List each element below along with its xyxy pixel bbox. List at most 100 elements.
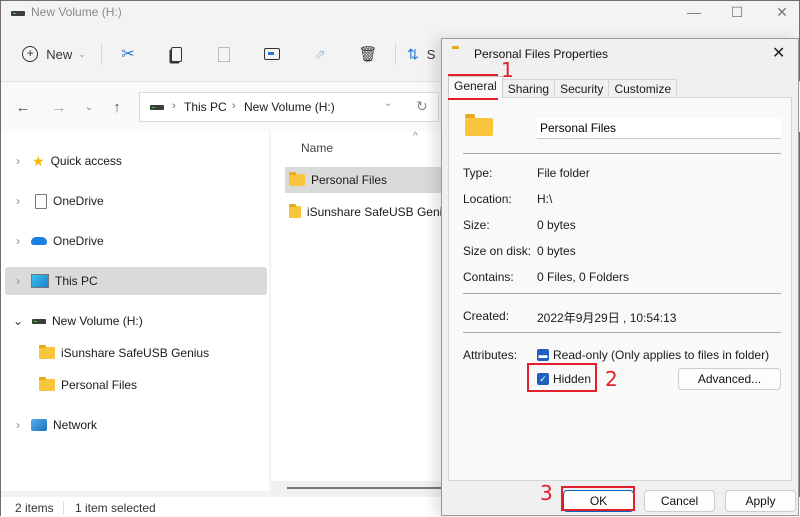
drive-icon [32, 318, 46, 324]
breadcrumb-this-pc[interactable]: This PC [184, 100, 227, 114]
paste-icon[interactable] [211, 41, 237, 67]
tab-general[interactable]: General [448, 76, 503, 98]
breadcrumb-separator: › [172, 100, 176, 112]
sidebar-item-network[interactable]: › Network [5, 411, 267, 439]
file-row[interactable]: Personal Files [285, 167, 455, 193]
expand-chevron-icon[interactable]: › [9, 274, 27, 288]
divider [463, 332, 781, 333]
annotation-box-hidden [527, 363, 597, 392]
folder-tab-decoration [465, 114, 475, 118]
attributes-label: Attributes: [463, 348, 518, 362]
minimize-button[interactable]: — [679, 3, 709, 21]
new-label: New [46, 46, 73, 62]
refresh-icon[interactable]: ↻ [416, 98, 428, 115]
folder-large-icon [465, 118, 493, 136]
status-divider [63, 501, 64, 515]
recent-locations-chevron-icon[interactable]: ⌄ [79, 98, 99, 118]
sidebar-item-this-pc[interactable]: › This PC [5, 267, 267, 295]
advanced-button[interactable]: Advanced... [678, 368, 781, 390]
apply-button[interactable]: Apply [725, 490, 796, 512]
toolbar-divider [101, 43, 102, 65]
type-label: Type: [463, 166, 493, 180]
tab-customize[interactable]: Customize [608, 79, 678, 98]
folder-name-input[interactable] [537, 118, 781, 139]
annotation-step-1: 1 [501, 58, 514, 82]
collapse-chevron-icon[interactable]: ⌄ [9, 314, 27, 328]
close-button[interactable]: ✕ [767, 3, 797, 21]
scrollbar-thumb[interactable] [287, 487, 447, 489]
annotation-step-2: 2 [605, 367, 618, 391]
window-title: New Volume (H:) [31, 5, 122, 19]
breadcrumb-new-volume[interactable]: New Volume (H:) [244, 100, 335, 114]
file-row[interactable]: iSunshare SafeUSB Genius [285, 199, 455, 225]
divider [463, 153, 781, 154]
created-value: 2022年9月29日 , 10:54:13 [537, 311, 677, 325]
tab-security[interactable]: Security [554, 79, 610, 98]
indeterminate-checkbox-icon: ▬ [537, 349, 549, 361]
column-header-name[interactable]: Name [301, 141, 333, 155]
general-panel: Type: File folder Location: H:\ Size: 0 … [448, 97, 792, 481]
type-value: File folder [537, 166, 590, 180]
monitor-icon [31, 274, 49, 288]
contains-label: Contains: [463, 270, 514, 284]
title-bar: New Volume (H:) — ☐ ✕ [1, 1, 800, 25]
cut-icon[interactable]: ✂ [115, 41, 141, 67]
annotation-box-ok [561, 486, 635, 511]
drive-icon [150, 105, 164, 110]
star-icon: ★ [32, 152, 45, 169]
new-button[interactable]: + New ⌄ [21, 41, 87, 67]
sort-button[interactable]: ⇅ S [407, 41, 445, 67]
readonly-checkbox[interactable]: ▬ Read-only (Only applies to files in fo… [537, 348, 769, 362]
properties-dialog: Personal Files Properties ✕ General Shar… [441, 38, 799, 516]
sidebar-item-new-volume[interactable]: ⌄ New Volume (H:) [5, 307, 267, 335]
tab-strip: General Sharing Security Customize [448, 76, 678, 99]
size-label: Size: [463, 218, 490, 232]
sidebar-item-isunshare-folder[interactable]: iSunshare SafeUSB Genius [5, 339, 267, 367]
annotation-step-3: 3 [540, 481, 553, 505]
toolbar-divider [395, 43, 396, 65]
file-name: Personal Files [311, 173, 388, 187]
navigation-pane: › ★ Quick access › OneDrive › OneDrive ›… [1, 131, 269, 491]
address-dropdown-icon[interactable]: ⌄ [384, 98, 392, 109]
expand-chevron-icon[interactable]: › [9, 418, 27, 432]
sort-ascending-icon: ^ [413, 131, 418, 142]
file-list: ^ Name Personal Files iSunshare SafeUSB … [271, 131, 455, 495]
expand-chevron-icon[interactable]: › [9, 154, 27, 168]
expand-chevron-icon[interactable]: › [9, 194, 27, 208]
divider [463, 293, 781, 294]
network-icon [31, 419, 47, 431]
folder-icon [289, 172, 305, 186]
folder-icon [39, 345, 55, 359]
delete-icon[interactable]: 🗑 [355, 41, 381, 67]
created-label: Created: [463, 309, 510, 323]
plus-circle-icon: + [22, 46, 39, 62]
rename-icon[interactable] [259, 41, 285, 67]
back-button[interactable]: ← [13, 98, 33, 118]
dialog-title: Personal Files Properties [474, 47, 609, 61]
readonly-label: Read-only (Only applies to files in fold… [553, 348, 770, 362]
sidebar-item-onedrive[interactable]: › OneDrive [5, 227, 267, 255]
location-label: Location: [463, 192, 512, 206]
sidebar-item-personal-files[interactable]: Personal Files [5, 371, 267, 399]
sort-icon: ⇅ [407, 45, 419, 62]
address-bar[interactable]: › This PC › New Volume (H:) ⌄ ↻ [139, 92, 439, 122]
maximize-button[interactable]: ☐ [722, 3, 752, 21]
dialog-close-button[interactable]: ✕ [772, 43, 785, 63]
document-icon [35, 193, 47, 209]
forward-button[interactable]: → [49, 98, 69, 118]
size-value: 0 bytes [537, 218, 576, 232]
cloud-icon [31, 237, 47, 245]
cancel-button[interactable]: Cancel [644, 490, 715, 512]
drive-icon [11, 11, 25, 16]
up-button[interactable]: ↑ [107, 98, 127, 118]
share-icon[interactable]: ⇗ [307, 41, 333, 67]
sidebar-item-quick-access[interactable]: › ★ Quick access [5, 147, 267, 175]
copy-icon[interactable] [163, 41, 189, 67]
chevron-down-icon: ⌄ [78, 48, 86, 59]
sidebar-item-onedrive-personal[interactable]: › OneDrive [5, 187, 267, 215]
folder-icon [39, 377, 55, 391]
horizontal-scrollbar[interactable] [271, 481, 451, 495]
expand-chevron-icon[interactable]: › [9, 234, 27, 248]
item-count: 2 items [15, 501, 54, 515]
folder-icon [289, 204, 301, 218]
